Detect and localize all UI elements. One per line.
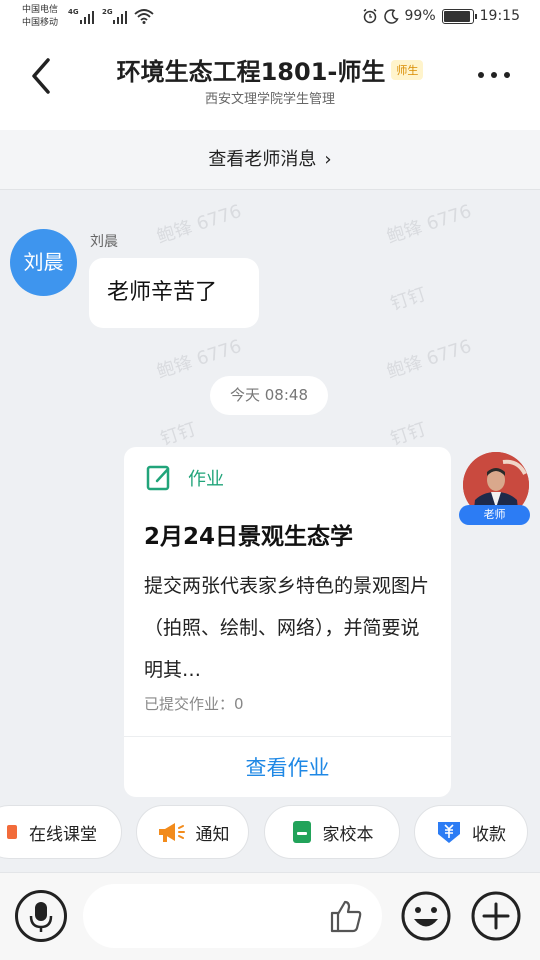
status-right: 99% 19:15 (362, 8, 520, 24)
home-school-book-button[interactable]: 家校本 (264, 805, 400, 859)
input-bar (0, 872, 540, 960)
more-options-icon[interactable] (478, 72, 510, 78)
signal-icon (113, 10, 127, 24)
plus-icon[interactable] (470, 890, 522, 942)
payment-label: 收款 (472, 824, 506, 845)
payment-icon (438, 822, 460, 843)
notebook-icon (292, 821, 311, 843)
carrier-info: 中国电信 中国移动 (22, 4, 58, 30)
carrier-2: 中国移动 (22, 18, 59, 28)
quick-actions-bar: 在线课堂 通知 家校本 收款 (0, 805, 540, 862)
view-teacher-messages-label: 查看老师消息 (208, 149, 317, 170)
homework-label: 作业 (188, 469, 224, 490)
view-homework-button[interactable]: 查看作业 (124, 739, 451, 797)
battery-percent: 99% (404, 8, 436, 24)
timestamp: 今天 08:48 (210, 376, 328, 415)
megaphone-icon (158, 823, 185, 842)
sender-name: 刘晨 (90, 234, 118, 250)
group-subtitle: 西安文理学院学生管理 (204, 92, 335, 107)
home-school-book-label: 家校本 (322, 824, 374, 845)
payment-button[interactable]: 收款 (414, 805, 528, 859)
watermark: 钉钉 (388, 283, 429, 315)
message-input[interactable] (83, 884, 382, 948)
homework-card[interactable]: 作业 2月24日景观生态学 提交两张代表家乡特色的景观图片（拍照、绘制、网络），… (124, 447, 451, 797)
microphone-icon (29, 902, 53, 932)
live-class-icon (7, 825, 17, 839)
teacher-role-badge: 老师 (459, 505, 530, 525)
watermark: 鲍锋 6776 (384, 200, 475, 248)
chevron-right-icon: › (324, 149, 332, 170)
carrier-1: 中国电信 (22, 5, 59, 15)
homework-description: 提交两张代表家乡特色的景观图片（拍照、绘制、网络），并简要说明其… (144, 575, 430, 681)
watermark: 钉钉 (158, 418, 199, 450)
notice-button[interactable]: 通知 (136, 805, 249, 859)
homework-card-header: 作业 (146, 465, 224, 491)
voice-input-button[interactable] (15, 890, 67, 942)
status-bar: 中国电信 中国移动 4G 2G 99% 19:15 (0, 0, 540, 34)
group-tag: 师生 (391, 60, 424, 80)
wifi-icon (134, 9, 154, 24)
network-type-2: 2G (102, 8, 113, 16)
chat-header: 环境生态工程1801-师生 师生 西安文理学院学生管理 (0, 34, 540, 130)
notice-label: 通知 (195, 824, 230, 845)
do-not-disturb-icon (383, 8, 399, 24)
clock: 19:15 (479, 8, 520, 24)
homework-title: 2月24日景观生态学 (144, 524, 354, 550)
emoji-icon[interactable] (400, 890, 452, 942)
submitted-count: 已提交作业：0 (144, 695, 244, 713)
network-type-1: 4G (68, 8, 79, 16)
message-bubble[interactable]: 老师辛苦了 (89, 258, 259, 328)
view-teacher-messages-link[interactable]: 查看老师消息 › (0, 130, 540, 190)
avatar[interactable]: 刘晨 (10, 229, 77, 296)
signal-icon (80, 10, 94, 24)
group-title: 环境生态工程1801-师生 师生 (0, 52, 540, 87)
watermark: 鲍锋 6776 (384, 335, 475, 383)
watermark: 鲍锋 6776 (154, 200, 245, 248)
online-class-button[interactable]: 在线课堂 (0, 805, 122, 859)
homework-icon (146, 465, 170, 491)
divider (124, 736, 451, 737)
battery-icon (441, 8, 477, 24)
online-class-label: 在线课堂 (29, 824, 97, 845)
group-name: 环境生态工程1801-师生 (116, 58, 386, 86)
thumbs-up-icon[interactable] (328, 898, 364, 934)
alarm-icon (363, 8, 376, 24)
watermark: 钉钉 (388, 418, 429, 450)
